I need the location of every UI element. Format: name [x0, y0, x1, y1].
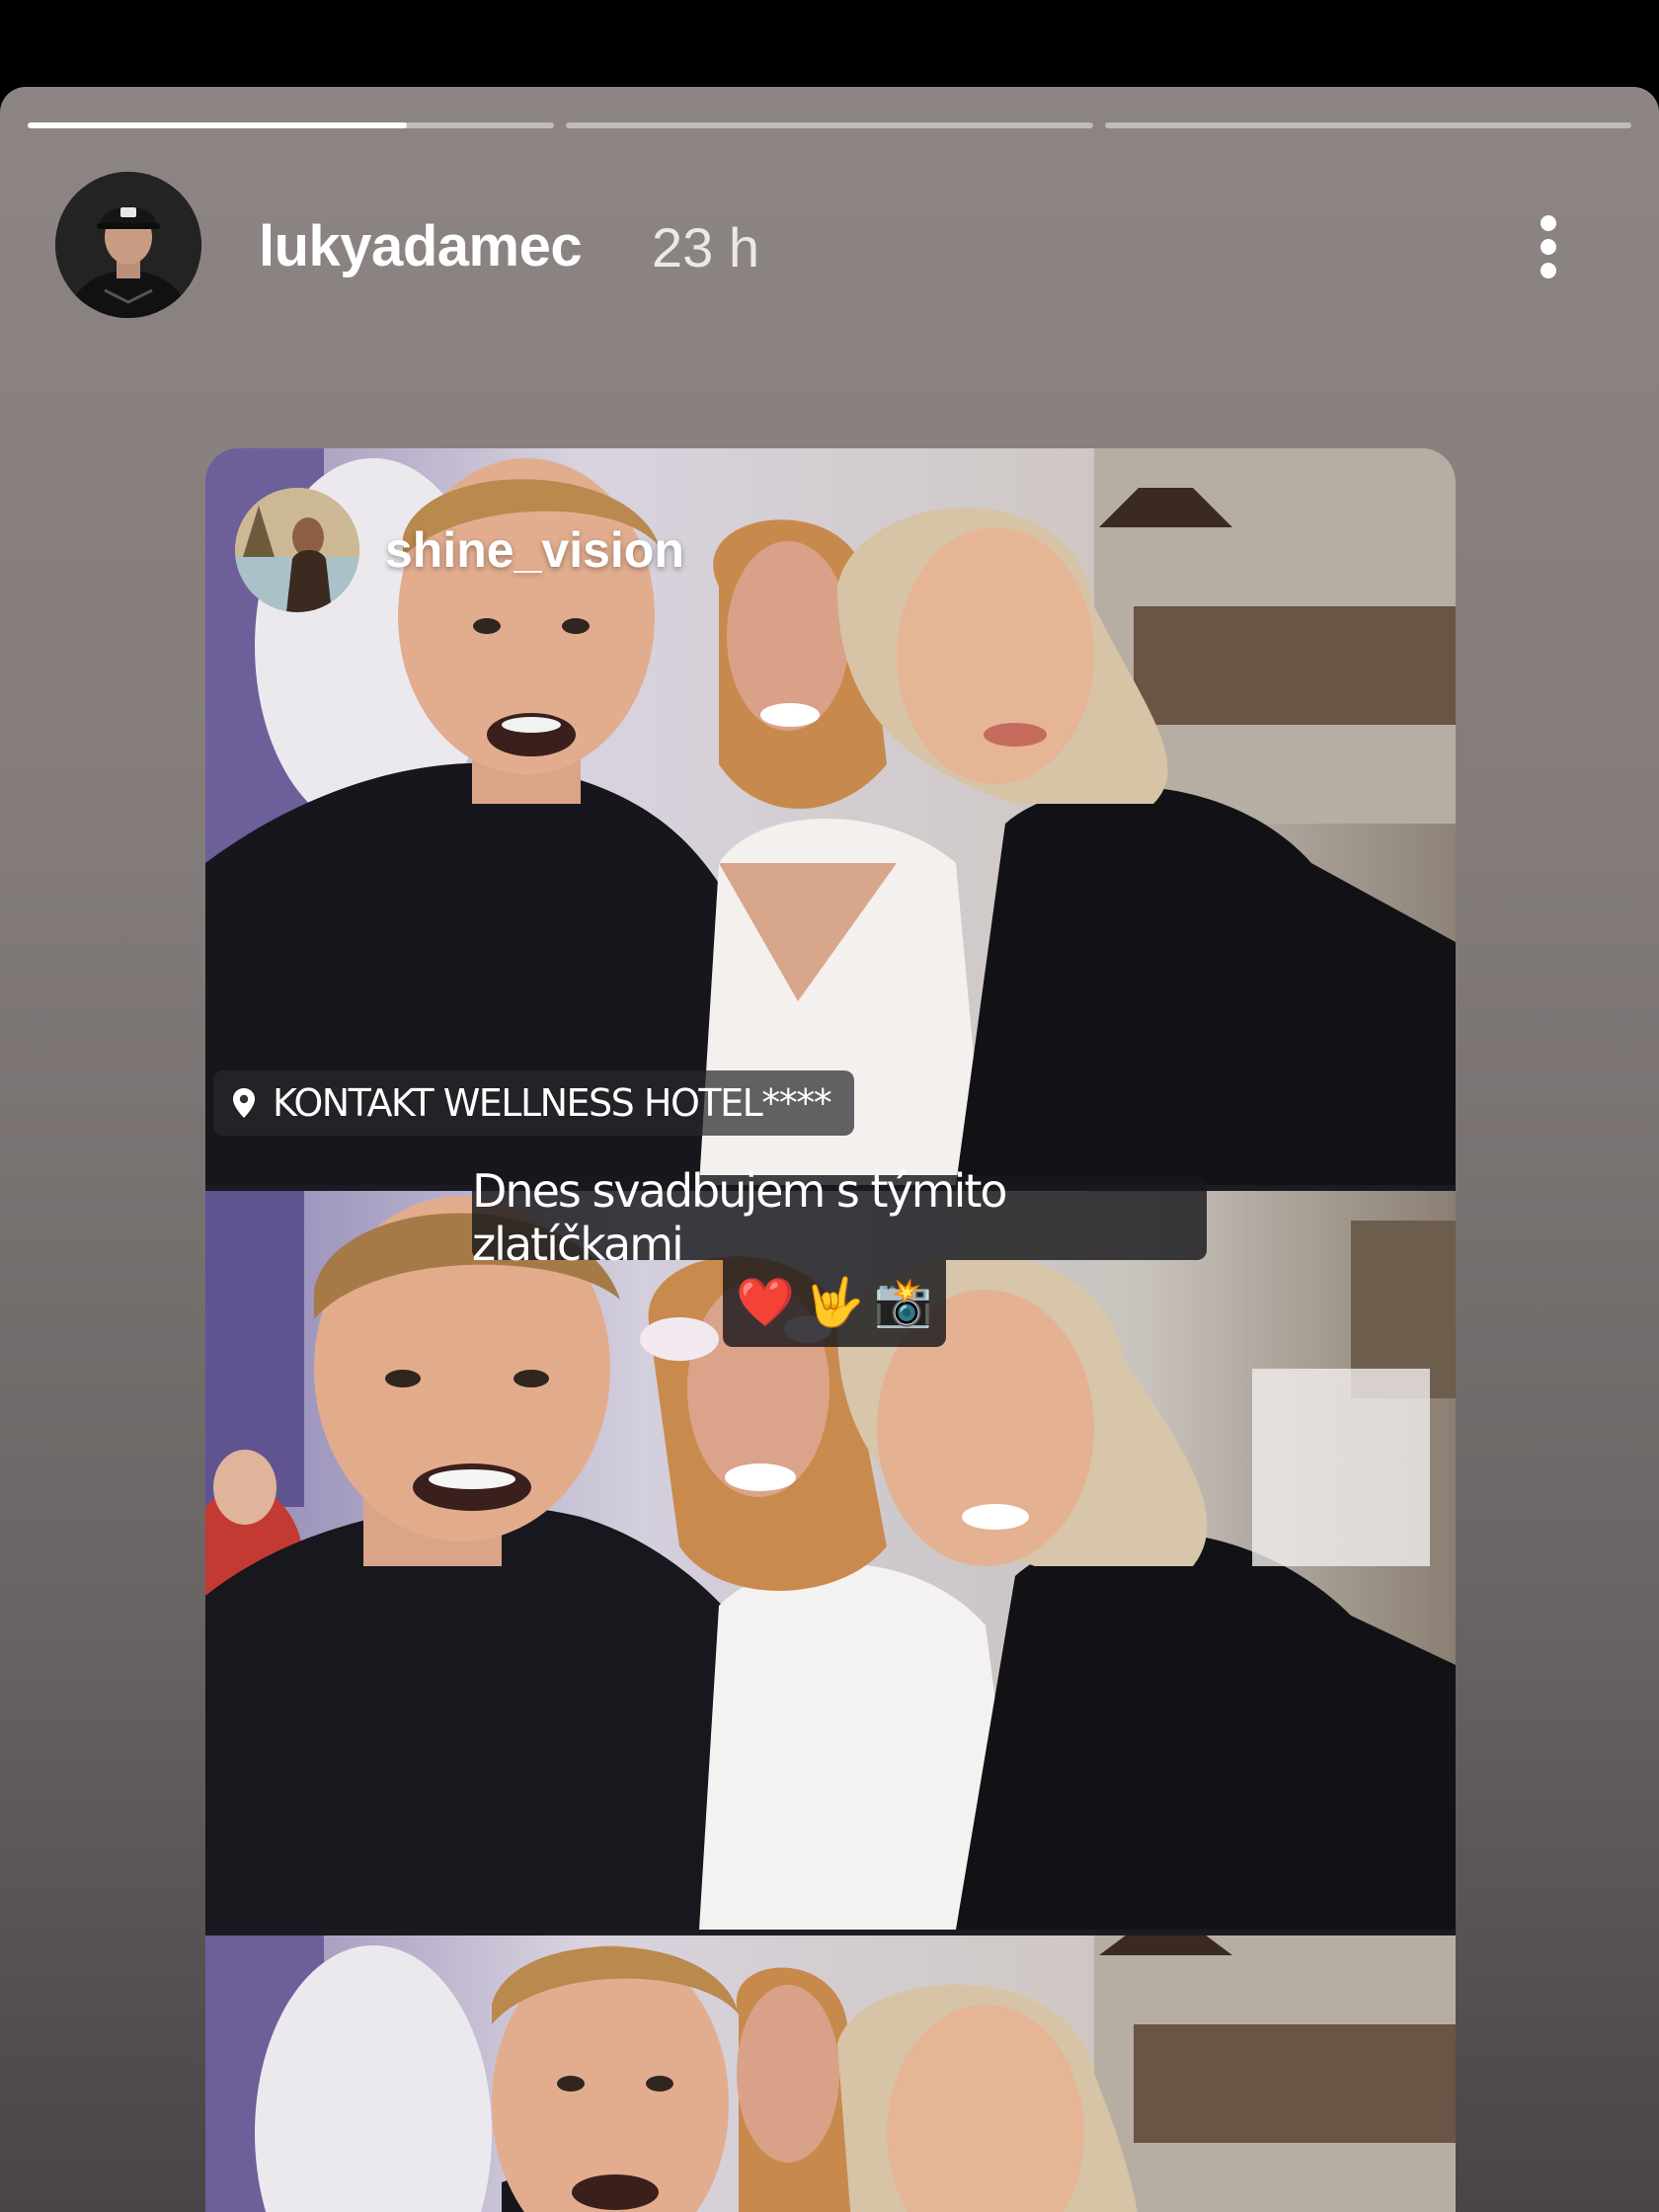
location-label: KONTAKT WELLNESS HOTEL**** — [273, 1081, 832, 1125]
repost-username[interactable]: shine_vision — [385, 521, 684, 579]
progress-segment — [28, 122, 555, 128]
more-options-dot — [1540, 239, 1556, 255]
heart-emoji-icon: ❤️ — [736, 1277, 796, 1329]
selfie-photo: shine_vision KONTAKT WELLNESS HOTEL**** — [205, 448, 1456, 1185]
location-pin-icon — [233, 1088, 255, 1118]
progress-segment — [566, 122, 1093, 128]
caption-sticker[interactable]: Dnes svadbujem s týmito zlatíčkami — [472, 1164, 1207, 1271]
user-avatar[interactable] — [55, 172, 201, 318]
progress-segment — [1104, 122, 1631, 128]
story-username[interactable]: lukyadamec — [259, 213, 583, 279]
repost-avatar[interactable] — [235, 488, 359, 612]
camera-flash-emoji-icon: 📸 — [873, 1277, 933, 1329]
story-progress-bar — [28, 122, 1631, 128]
story-viewer[interactable]: lukyadamec 23 h shine_vision KONTAKT WEL… — [0, 87, 1659, 2212]
story-timestamp: 23 h — [652, 216, 759, 278]
story-media[interactable]: shine_vision KONTAKT WELLNESS HOTEL**** — [205, 448, 1456, 2212]
more-options-icon[interactable] — [1521, 196, 1576, 298]
more-options-dot — [1540, 215, 1556, 231]
repost-header[interactable]: shine_vision — [235, 488, 684, 612]
selfie-photo — [205, 1936, 1456, 2212]
location-sticker[interactable]: KONTAKT WELLNESS HOTEL**** — [213, 1070, 855, 1136]
rock-hand-emoji-icon: 🤟 — [805, 1277, 864, 1329]
more-options-dot — [1540, 263, 1556, 278]
caption-emoji-row: ❤️ 🤟 📸 — [723, 1260, 946, 1347]
progress-segment-fill — [28, 122, 407, 128]
